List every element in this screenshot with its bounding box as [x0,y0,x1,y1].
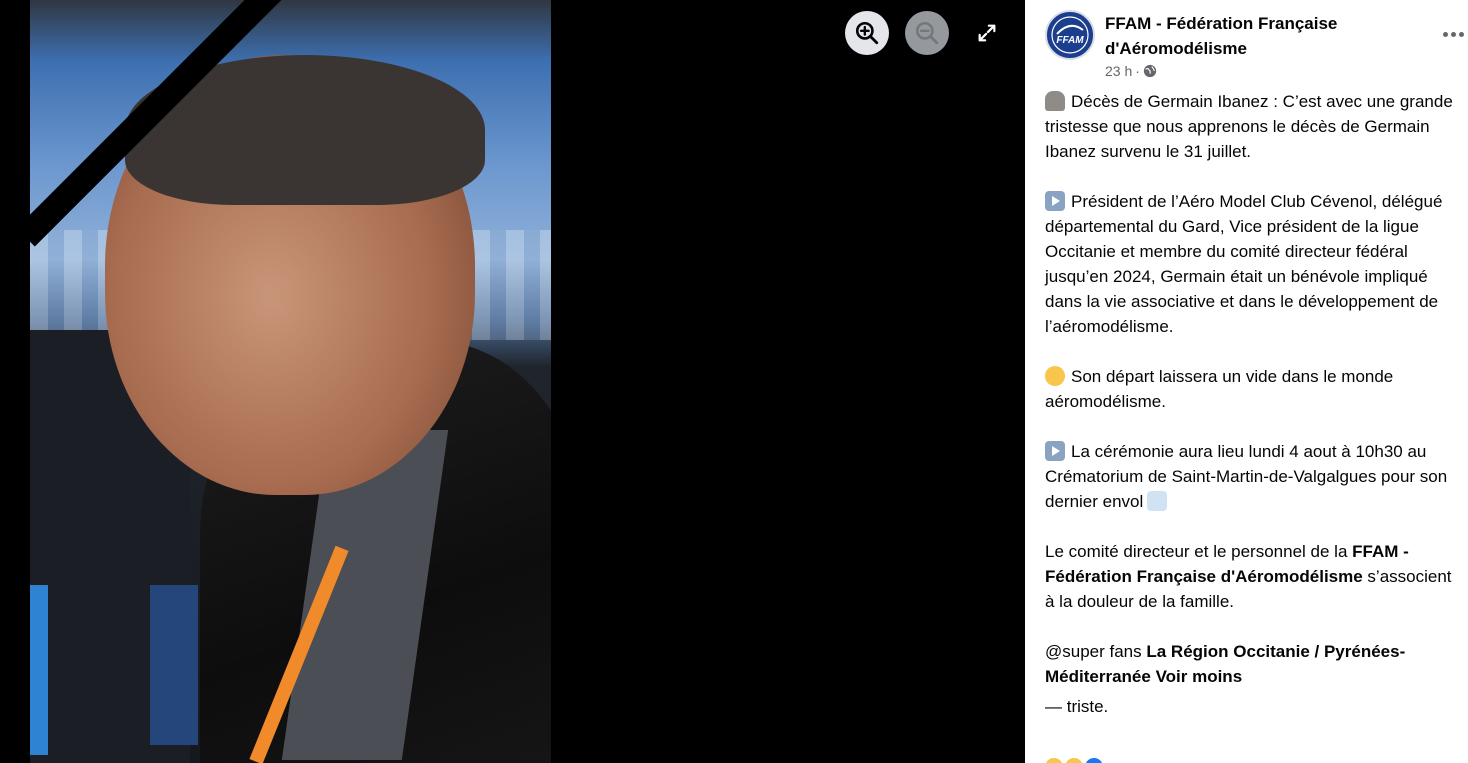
svg-text:FFAM: FFAM [1056,35,1084,46]
zoom-in-button[interactable] [845,11,889,55]
post-time[interactable]: 23 h [1105,63,1132,79]
more-dot [1450,31,1456,37]
paragraph-text: La cérémonie aura lieu lundi 4 aout à 10… [1045,442,1448,511]
post-meta: 23 h · [1105,63,1157,79]
paragraph-text: Décès de Germain Ibanez : C’est avec une… [1045,92,1453,161]
mourning-band [30,0,290,247]
more-dot [1442,31,1448,37]
globe-icon[interactable] [1143,64,1157,78]
post-paragraph: @super fans La Région Occitanie / Pyréné… [1045,639,1455,689]
sad-reaction-icon [1045,758,1063,763]
paragraph-text: Le comité directeur et le personnel de l… [1045,542,1353,561]
more-dot [1458,31,1464,37]
fullscreen-icon [978,24,996,42]
more-options-button[interactable] [1435,20,1468,48]
pensive-face-emoji [1045,366,1065,386]
zoom-in-icon [855,21,879,45]
fullscreen-button[interactable] [965,11,1009,55]
super-fans-mention[interactable]: @super fans [1045,642,1146,661]
post-feeling: — triste. [1045,694,1455,719]
paragraph-text: Président de l’Aéro Model Club Cévenol, … [1045,192,1443,336]
page-avatar[interactable]: FFAM [1045,10,1095,60]
play-button-emoji [1045,191,1065,211]
post-paragraph: La cérémonie aura lieu lundi 4 aout à 10… [1045,439,1455,514]
see-less-link[interactable]: Voir moins [1156,667,1243,686]
photo-viewer [0,0,1025,763]
post-paragraph: Décès de Germain Ibanez : C’est avec une… [1045,89,1455,164]
sad-reaction-icon [1065,758,1083,763]
airplane-departure-emoji [1147,491,1168,511]
zoom-out-icon [915,21,939,45]
like-reaction-icon [1085,758,1103,763]
reactions-summary[interactable] [1045,758,1103,763]
ffam-logo: FFAM [1048,13,1092,57]
photo-cockpit-screen [30,585,48,755]
paragraph-text: Son départ laissera un vide dans le mond… [1045,367,1394,411]
post-paragraph: Le comité directeur et le personnel de l… [1045,539,1455,614]
zoom-out-button[interactable] [905,11,949,55]
post-paragraph: Son départ laissera un vide dans le mond… [1045,364,1455,414]
page-name-link[interactable]: FFAM - Fédération Française d'Aéromodéli… [1105,11,1405,61]
headstone-emoji [1045,91,1065,111]
post-panel: FFAM FFAM - Fédération Française d'Aérom… [1025,0,1468,763]
post-photo[interactable] [30,0,551,763]
post-header: FFAM FFAM - Fédération Française d'Aérom… [1045,10,1464,86]
post-text: Décès de Germain Ibanez : C’est avec une… [1045,89,1455,744]
photo-cockpit-display [150,585,198,745]
post-paragraph: Président de l’Aéro Model Club Cévenol, … [1045,189,1455,339]
play-button-emoji [1045,441,1065,461]
feeling-text: — triste. [1045,697,1109,716]
meta-separator: · [1135,63,1140,79]
mourning-ribbon [30,0,290,260]
